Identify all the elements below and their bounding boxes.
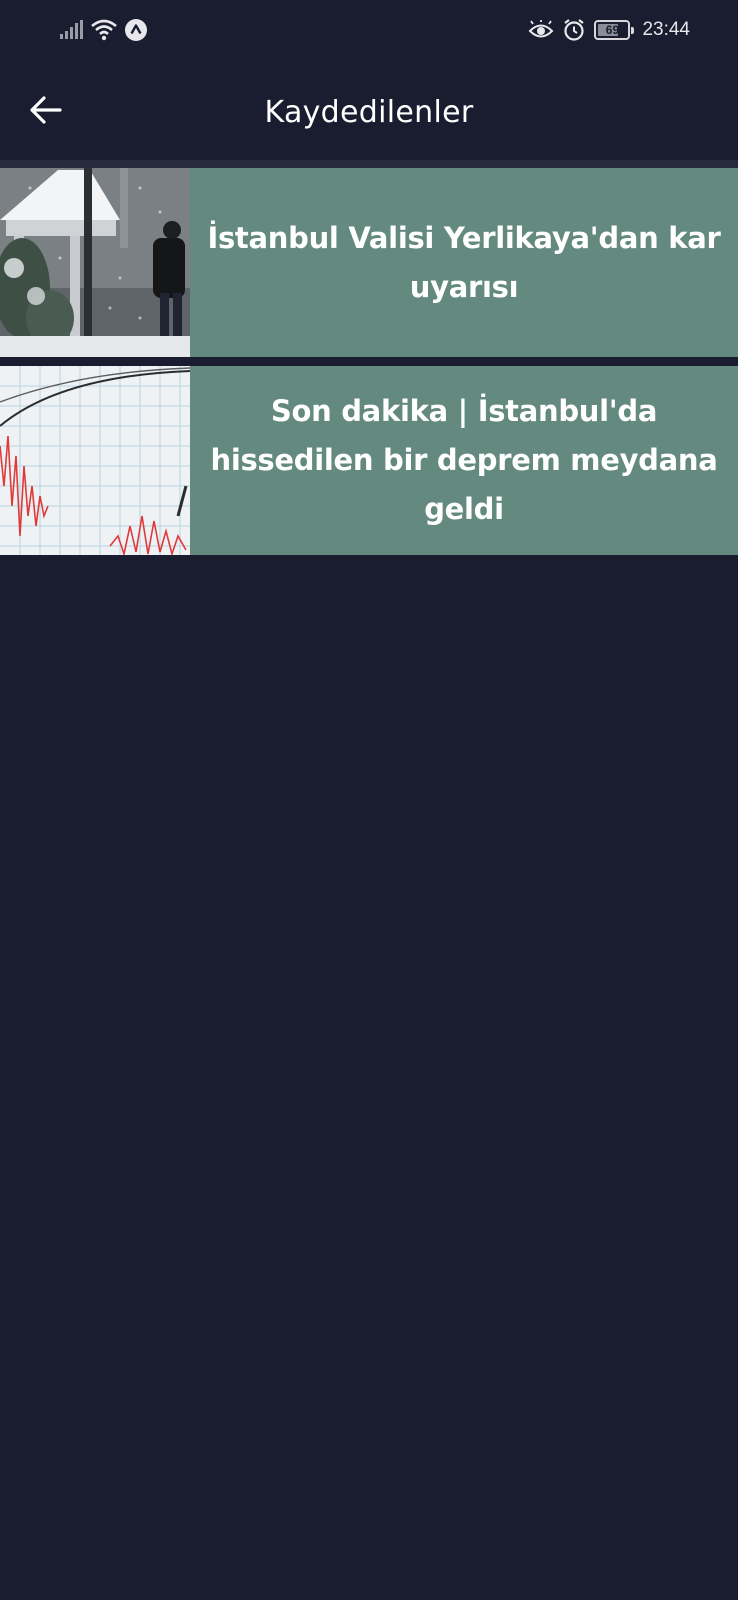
saved-item[interactable]: İstanbul Valisi Yerlikaya'dan kar uyarıs…	[0, 168, 738, 357]
alarm-icon	[564, 19, 585, 41]
arrow-left-icon	[30, 96, 62, 124]
eye-icon	[529, 20, 554, 38]
battery-level: 69	[605, 23, 620, 37]
wifi-icon	[91, 19, 117, 41]
nfc-icon	[125, 19, 147, 41]
clock: 23:44	[642, 19, 690, 40]
snowy-street-photo	[0, 168, 190, 357]
saved-item-title: Son dakika | İstanbul'da hissedilen bir …	[210, 394, 718, 526]
saved-item[interactable]: Son dakika | İstanbul'da hissedilen bir …	[0, 366, 738, 555]
saved-item-title: İstanbul Valisi Yerlikaya'dan kar uyarıs…	[207, 220, 721, 304]
app-bar: Kaydedilenler	[0, 64, 738, 160]
saved-list: İstanbul Valisi Yerlikaya'dan kar uyarıs…	[0, 168, 738, 555]
saved-item-text[interactable]: İstanbul Valisi Yerlikaya'dan kar uyarıs…	[190, 168, 738, 357]
page-title: Kaydedilenler	[264, 94, 474, 130]
seismograph-photo	[0, 366, 190, 555]
signal-icon	[60, 20, 83, 39]
app-bar-divider	[0, 160, 738, 168]
status-bar: 69 23:44	[0, 0, 738, 64]
status-left-icons	[60, 18, 148, 42]
back-button[interactable]	[26, 90, 66, 130]
battery-icon: 69	[594, 20, 635, 40]
status-right-icons: 69 23:44	[528, 18, 690, 42]
saved-item-text[interactable]: Son dakika | İstanbul'da hissedilen bir …	[190, 366, 738, 555]
